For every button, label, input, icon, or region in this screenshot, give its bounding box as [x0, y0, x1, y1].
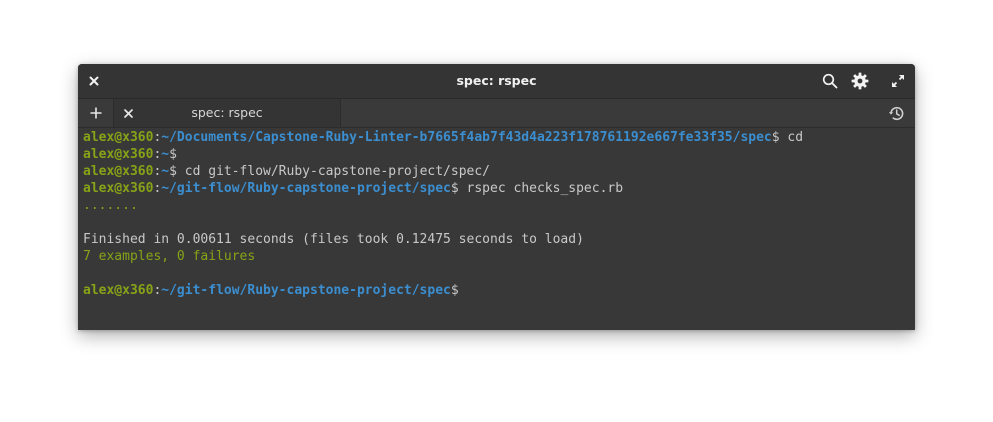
- tab-spec-rspec[interactable]: spec: rspec: [114, 99, 341, 127]
- history-icon: [888, 106, 903, 120]
- window-title: spec: rspec: [456, 73, 537, 88]
- test-progress-dots: .......: [83, 198, 138, 213]
- examples-summary: 7 examples, 0 failures: [83, 249, 256, 264]
- prompt-user: alex@x360: [83, 130, 154, 145]
- terminal-window: spec: rspec spec: rspec alex@x360:~/Docu…: [78, 64, 915, 330]
- prompt-path: ~/git-flow/Ruby-capstone-project/spec: [161, 181, 451, 196]
- terminal-line: alex@x360:~/git-flow/Ruby-capstone-proje…: [83, 181, 624, 196]
- fullscreen-button[interactable]: [888, 71, 908, 91]
- prompt-path: ~: [161, 147, 170, 162]
- closed-tabs-history-button[interactable]: [886, 103, 906, 123]
- prompt-path: ~: [161, 164, 170, 179]
- prompt-user: alex@x360: [83, 147, 154, 162]
- terminal-line: alex@x360:~/git-flow/Ruby-capstone-proje…: [83, 283, 459, 298]
- settings-button[interactable]: [849, 70, 871, 92]
- tab-label: spec: rspec: [191, 105, 263, 120]
- tab-bar: spec: rspec: [78, 99, 915, 128]
- gear-icon: [851, 72, 869, 90]
- prompt-path: ~/git-flow/Ruby-capstone-project/spec: [161, 283, 451, 298]
- command-text: cd git-flow/Ruby-capstone-project/spec/: [176, 164, 491, 179]
- command-text: cd: [779, 130, 804, 145]
- new-tab-button[interactable]: [78, 99, 114, 127]
- terminal-line: alex@x360:~/Documents/Capstone-Ruby-Lint…: [83, 130, 804, 145]
- prompt-user: alex@x360: [83, 164, 154, 179]
- command-text: rspec checks_spec.rb: [458, 181, 624, 196]
- prompt-user: alex@x360: [83, 283, 154, 298]
- terminal-line: alex@x360:~$: [83, 147, 177, 162]
- prompt-path: ~/Documents/Capstone-Ruby-Linter-b7665f4…: [161, 130, 772, 145]
- titlebar: spec: rspec: [78, 64, 915, 99]
- finished-summary: Finished in 0.00611 seconds (files took …: [83, 232, 584, 247]
- plus-icon: [90, 107, 101, 119]
- prompt-user: alex@x360: [83, 181, 154, 196]
- search-button[interactable]: [819, 71, 841, 91]
- terminal-output[interactable]: alex@x360:~/Documents/Capstone-Ruby-Lint…: [83, 129, 909, 299]
- expand-icon: [892, 75, 904, 87]
- terminal-line: alex@x360:~$ cd git-flow/Ruby-capstone-p…: [83, 164, 491, 179]
- search-icon: [822, 73, 838, 89]
